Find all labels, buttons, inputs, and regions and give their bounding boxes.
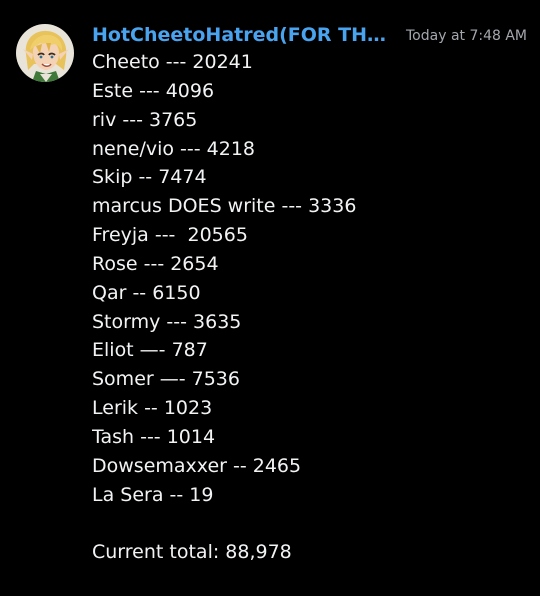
message-line: Cheeto --- 20241 (92, 51, 253, 73)
message-line: La Sera -- 19 (92, 483, 214, 506)
message-line: Este --- 4096 (92, 79, 215, 102)
message-line: Somer —- 7536 (92, 368, 240, 391)
message-line: marcus DOES write --- 3336 (92, 195, 357, 218)
message-line: nene/vio --- 4218 (92, 137, 256, 160)
message-line: Rose --- 2654 (92, 252, 219, 275)
message-content: Cheeto --- 20241 Este --- 4096 riv --- 3… (92, 48, 532, 567)
chat-message: HotCheetoHatred(FOR THE C... Today at 7:… (0, 0, 540, 596)
message-line: Eliot —- 787 (92, 339, 208, 362)
message-line: Tash --- 1014 (92, 425, 216, 448)
message-line: Stormy --- 3635 (92, 310, 242, 333)
message-line: Skip -- 7474 (92, 166, 207, 189)
message-header: HotCheetoHatred(FOR THE C... Today at 7:… (92, 22, 532, 48)
total-line: Current total: 88,978 (92, 541, 292, 564)
message-line: Freyja --- 20565 (92, 224, 248, 247)
message-line: riv --- 3765 (92, 108, 198, 131)
message-line: Lerik -- 1023 (92, 397, 213, 420)
author-username[interactable]: HotCheetoHatred(FOR THE C... (92, 22, 392, 48)
message-line: Dowsemaxxer -- 2465 (92, 454, 302, 477)
message-line: Qar -- 6150 (92, 281, 201, 304)
user-avatar[interactable] (16, 24, 74, 82)
user-avatar-icon (16, 24, 74, 82)
message-timestamp[interactable]: Today at 7:48 AM (406, 25, 527, 47)
